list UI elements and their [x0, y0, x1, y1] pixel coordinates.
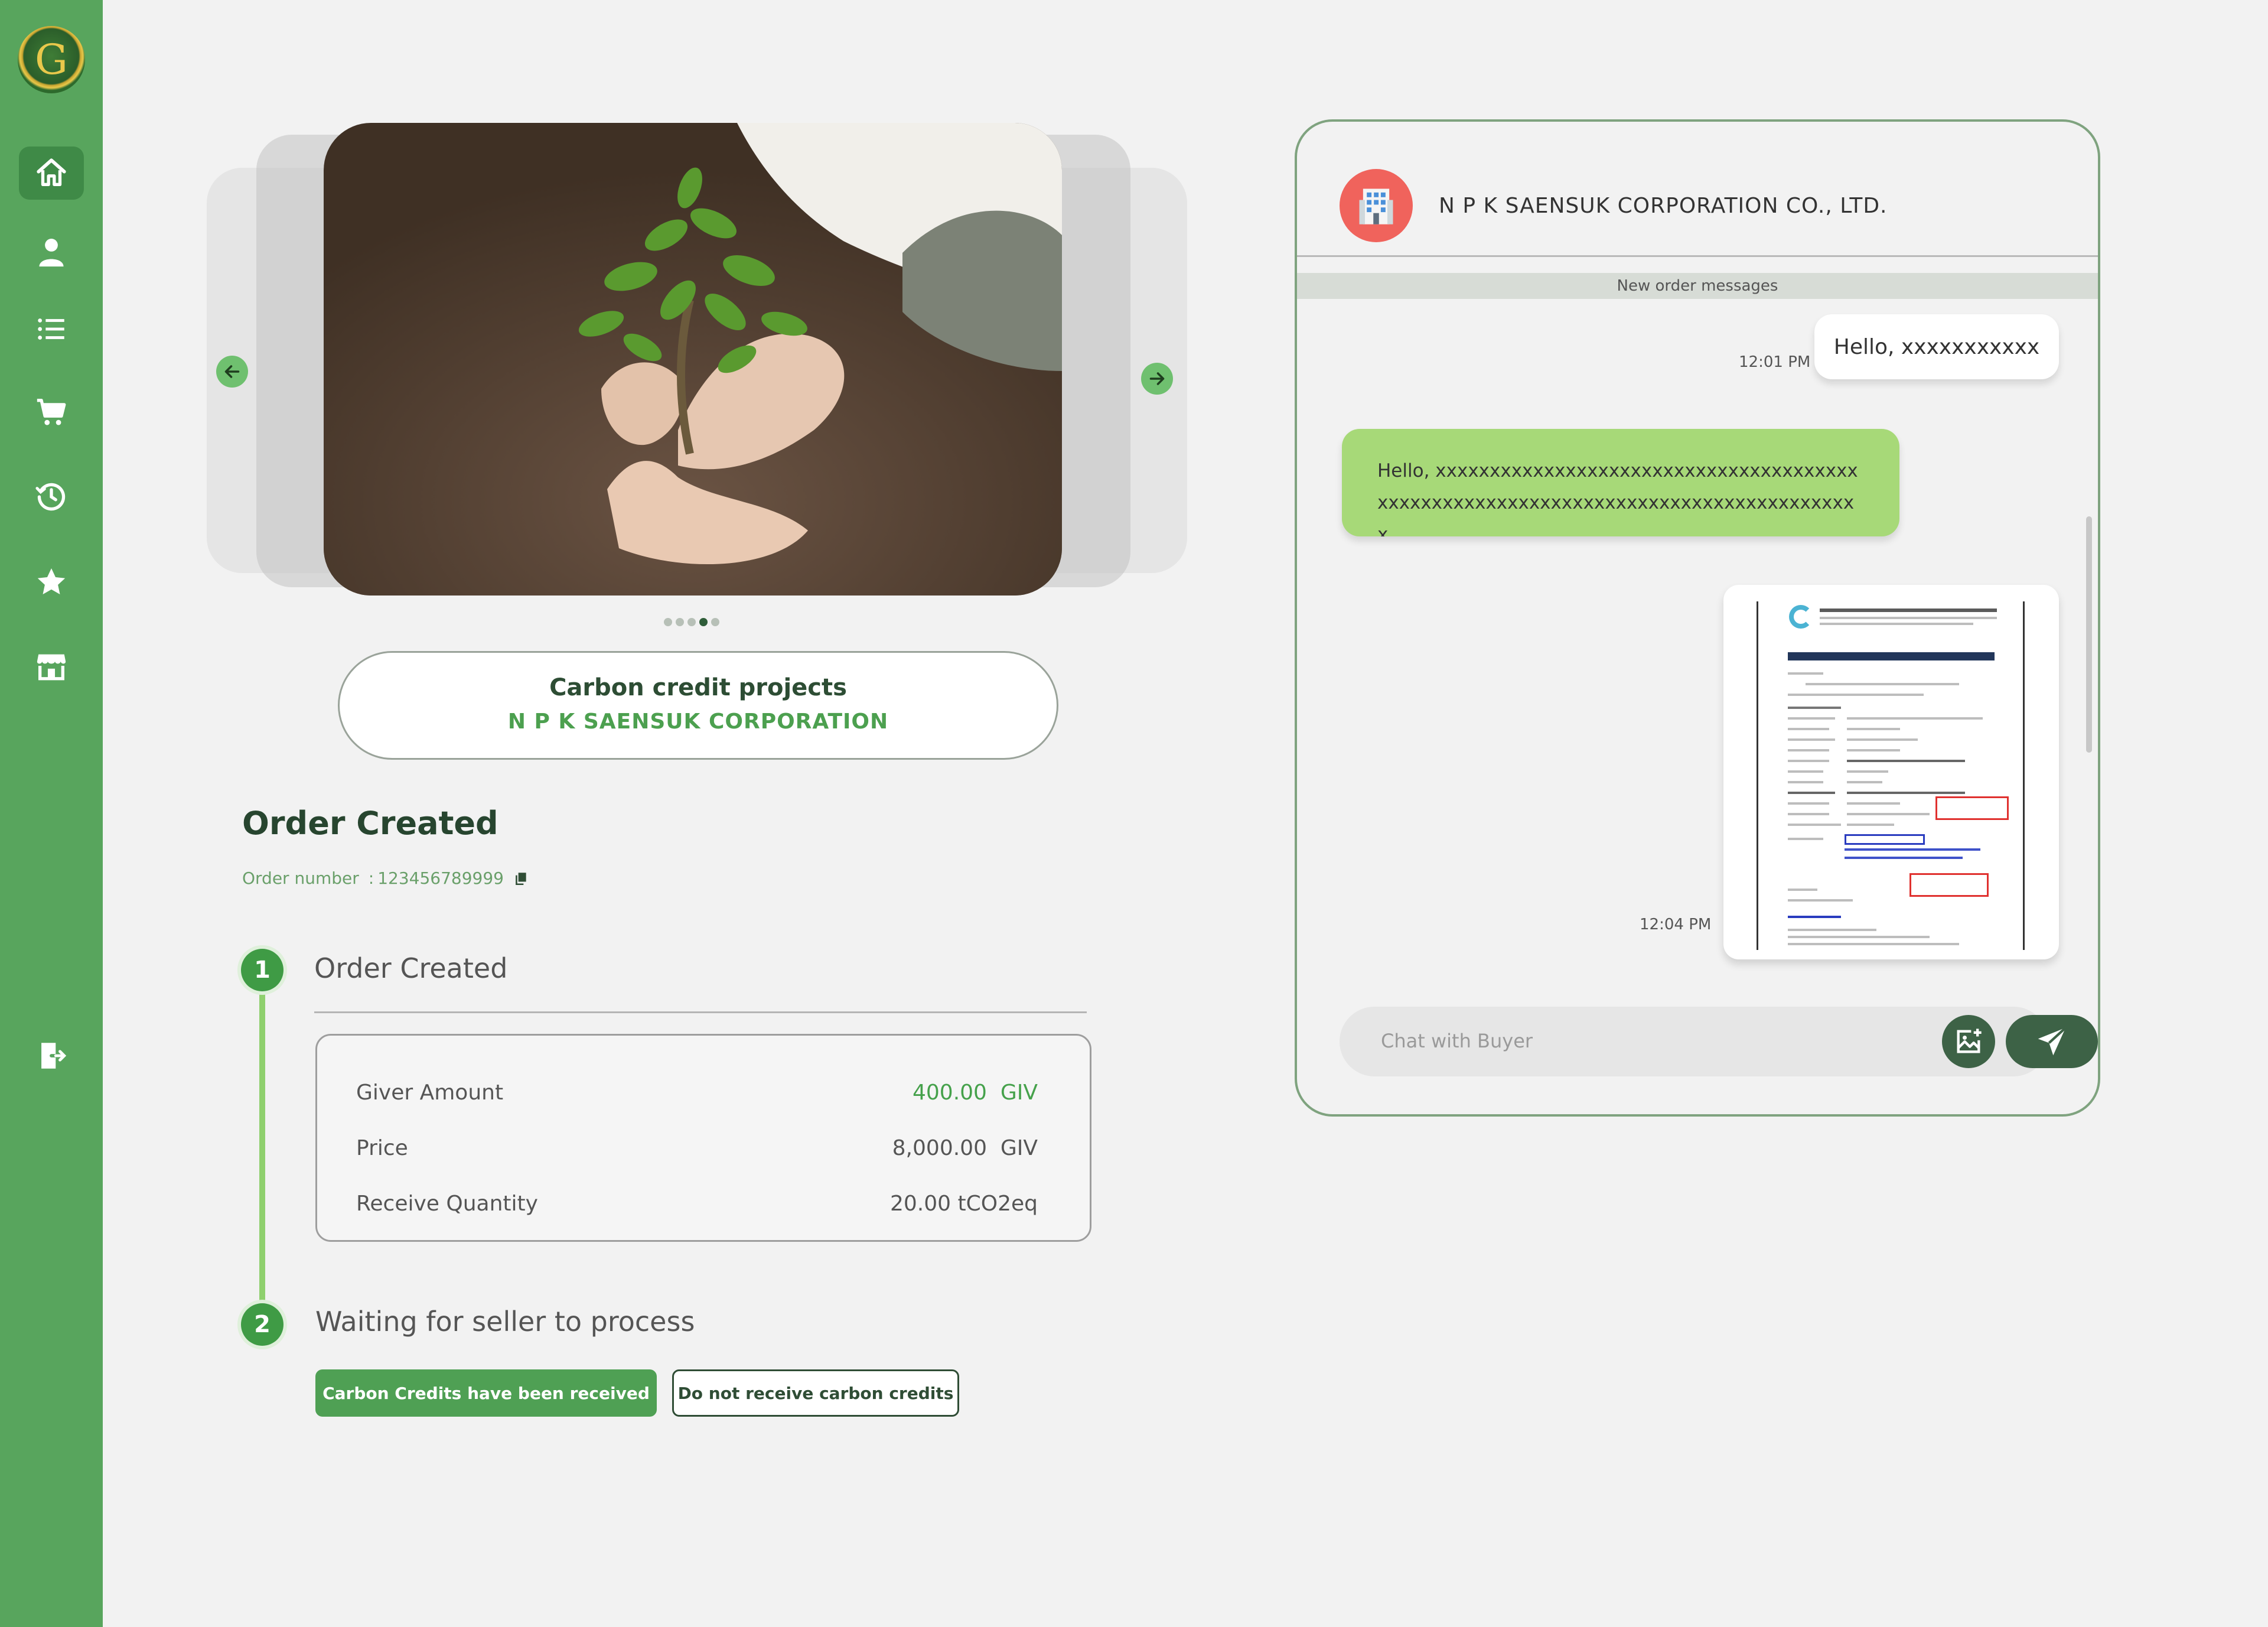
order-number: Order number : 123456789999: [242, 868, 529, 888]
send-message-button[interactable]: [2006, 1015, 2098, 1068]
document-title-bar: [1788, 652, 1995, 660]
order-number-value: 123456789999: [377, 868, 504, 888]
carousel-dot[interactable]: [664, 618, 672, 626]
credits-not-received-button[interactable]: Do not receive carbon credits: [672, 1369, 959, 1417]
user-icon: [39, 239, 64, 267]
step-number-2: 2: [241, 1303, 284, 1346]
registry-logo-icon: [1789, 605, 1813, 629]
document-attachment[interactable]: [1723, 585, 2059, 959]
order-heading: Order Created: [242, 805, 498, 842]
carousel-prev-button[interactable]: [216, 356, 248, 388]
sidebar-item-logout[interactable]: [19, 1029, 84, 1082]
detail-value-number: 400.00: [913, 1081, 987, 1105]
message-bubble-incoming: Hello, xxxxxxxxxxxxxxxxxxxxxxxxxxxxxxxxx…: [1342, 429, 1899, 536]
detail-value-unit: GIV: [1000, 1081, 1038, 1105]
attach-image-button[interactable]: [1942, 1015, 1995, 1068]
image-upload-icon: [1957, 1029, 1982, 1053]
detail-value: 8,000.00 GIV: [892, 1136, 1038, 1160]
sidebar-item-history[interactable]: [19, 470, 84, 523]
sidebar-item-cart[interactable]: [19, 385, 84, 438]
plant-in-soil-image: [324, 123, 1062, 596]
sidebar-item-list[interactable]: [19, 302, 84, 356]
arrow-left-icon: [224, 365, 240, 378]
step-number-1: 1: [241, 949, 284, 991]
timeline-line: [259, 993, 265, 1304]
step-title-1: Order Created: [314, 952, 508, 984]
message-time: 12:01 PM: [1739, 353, 1811, 371]
detail-row-price: Price 8,000.00 GIV: [356, 1136, 1038, 1160]
carousel-dot[interactable]: [711, 618, 719, 626]
document-preview: [1757, 601, 2025, 950]
project-card[interactable]: Carbon credit projects N P K SAENSUK COR…: [338, 651, 1058, 760]
chat-message-input[interactable]: [1381, 1024, 1853, 1057]
project-company: N P K SAENSUK CORPORATION: [507, 710, 889, 734]
detail-label: Receive Quantity: [356, 1192, 538, 1216]
detail-value: 20.00 tCO2eq: [890, 1192, 1038, 1216]
detail-row-receive-quantity: Receive Quantity 20.00 tCO2eq: [356, 1192, 1038, 1216]
detail-value-unit: tCO2eq: [957, 1192, 1038, 1216]
carousel-next-button[interactable]: [1141, 363, 1173, 395]
order-detail-card: Giver Amount 400.00 GIV Price 8,000.00 G…: [315, 1034, 1091, 1242]
chat-input-bar: [1340, 1007, 2098, 1076]
new-messages-banner: New order messages: [1297, 273, 2098, 299]
brand-logo[interactable]: G: [18, 26, 85, 93]
store-icon: [37, 654, 66, 681]
message-bubble-outgoing: Hello, xxxxxxxxxxx: [1814, 314, 2059, 379]
chat-header-divider: [1297, 255, 2098, 257]
star-icon: [37, 568, 66, 595]
copy-icon[interactable]: [513, 871, 529, 886]
sidebar-item-favorites[interactable]: [19, 555, 84, 609]
step-title-2: Waiting for seller to process: [315, 1306, 695, 1338]
list-icon: [38, 318, 64, 340]
company-avatar: [1340, 169, 1413, 242]
step-divider: [314, 1011, 1087, 1013]
chat-company-name: N P K SAENSUK CORPORATION CO., LTD.: [1439, 194, 1888, 218]
logout-icon: [41, 1043, 67, 1069]
cart-icon: [37, 399, 66, 425]
carousel-dot[interactable]: [676, 618, 684, 626]
building-icon: [1359, 188, 1393, 224]
send-icon: [2038, 1027, 2067, 1056]
project-title: Carbon credit projects: [549, 674, 847, 701]
credits-received-button[interactable]: Carbon Credits have been received: [315, 1369, 657, 1417]
detail-row-giver-amount: Giver Amount 400.00 GIV: [356, 1081, 1038, 1105]
home-icon: [37, 158, 66, 186]
arrow-right-icon: [1149, 372, 1165, 385]
message-time: 12:04 PM: [1640, 916, 1712, 933]
brand-logo-letter: G: [35, 35, 68, 84]
order-number-label: Order number: [242, 868, 359, 888]
carousel-dots: [664, 618, 719, 626]
chat-panel: N P K SAENSUK CORPORATION CO., LTD. New …: [1295, 119, 2100, 1117]
sidebar-item-store[interactable]: [19, 639, 84, 692]
detail-label: Price: [356, 1136, 408, 1160]
detail-value-unit: GIV: [1000, 1136, 1038, 1160]
carousel-hero-image: [324, 123, 1062, 596]
carousel-dot[interactable]: [687, 618, 696, 626]
detail-value-number: 8,000.00: [892, 1136, 987, 1160]
chat-scrollbar[interactable]: [2086, 516, 2092, 753]
detail-value-number: 20.00: [889, 1192, 951, 1216]
carousel-dot-active[interactable]: [699, 618, 708, 626]
sidebar-item-home[interactable]: [19, 147, 84, 200]
detail-label: Giver Amount: [356, 1081, 504, 1105]
history-icon: [35, 483, 66, 511]
sidebar-item-profile[interactable]: [19, 226, 84, 279]
order-number-separator: :: [368, 868, 374, 888]
detail-value: 400.00 GIV: [913, 1081, 1038, 1105]
sidebar: G: [0, 0, 103, 1627]
